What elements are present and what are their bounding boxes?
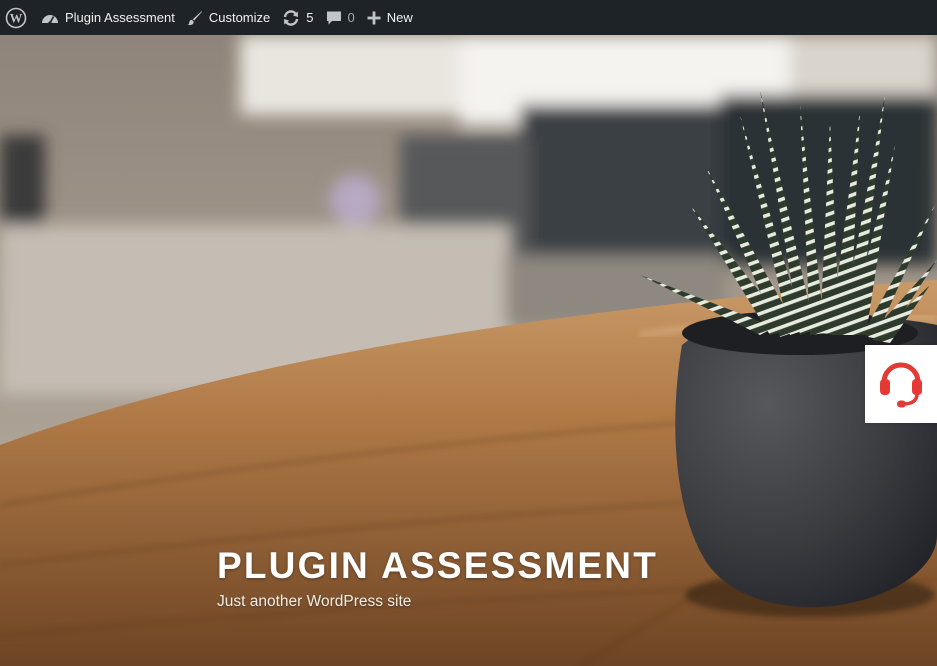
plus-icon [367,11,381,25]
dashboard-icon [41,10,59,26]
comments-count: 0 [347,10,355,25]
svg-text:W: W [10,11,23,25]
new-content-menu[interactable]: New [361,0,419,35]
customize-menu[interactable]: Customize [181,0,276,35]
support-chat-button[interactable] [865,345,937,423]
brush-icon [187,10,203,26]
comments-menu[interactable]: 0 [320,0,361,35]
site-title[interactable]: PLUGIN ASSESSMENT [217,545,658,587]
wordpress-menu[interactable]: W [0,0,35,35]
updates-count: 5 [306,10,314,25]
updates-icon [282,9,300,27]
comment-icon [326,10,342,26]
customize-label: Customize [208,10,271,25]
header-hero: PLUGIN ASSESSMENT Just another WordPress… [0,35,937,666]
admin-bar: W Plugin Assessment Customize 5 0 New [0,0,937,35]
site-name-label: Plugin Assessment [65,10,175,25]
site-name-menu[interactable]: Plugin Assessment [35,0,181,35]
headset-icon [876,356,926,413]
wordpress-icon: W [5,7,27,29]
updates-menu[interactable]: 5 [276,0,319,35]
new-label: New [386,10,413,25]
site-description: Just another WordPress site [217,593,412,610]
